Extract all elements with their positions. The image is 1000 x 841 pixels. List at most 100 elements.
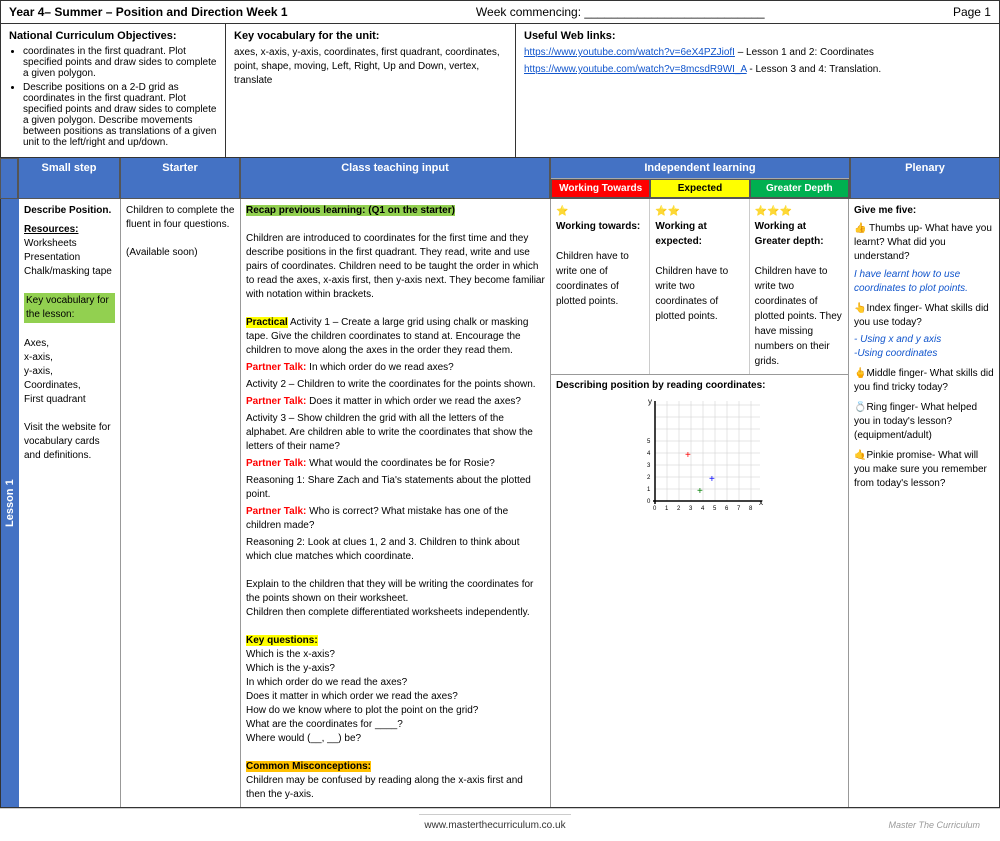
towards-label: Working towards: [556,219,644,234]
misconceptions-text: Children may be confused by reading alon… [246,774,545,802]
objectives-heading: National Curriculum Objectives: [9,30,217,42]
svg-text:1: 1 [665,506,669,512]
lesson-col-header-spacer [0,158,18,199]
greater-col: ⭐⭐⭐ Working at Greater depth: Children h… [750,199,848,374]
weblink-2[interactable]: https://www.youtube.com/watch?v=8mcsdR9W… [524,63,991,77]
weblink-1[interactable]: https://www.youtube.com/watch?v=6eX4PZJi… [524,46,991,60]
kq-3: In which order do we read the axes? [246,676,545,690]
resources-label: Resources: [24,223,115,237]
plenary-ring: 💍Ring finger- What helped you in today's… [854,401,994,443]
vocab-first-quadrant: First quadrant [24,393,115,407]
towards-text: Children have to write one of coordinate… [556,249,644,309]
plenary-have-learnt: I have learnt how to use coordinates to … [854,268,994,296]
towards-stars: ⭐ [556,204,644,219]
weblink-2-anchor[interactable]: https://www.youtube.com/watch?v=8mcsdR9W… [524,64,747,75]
svg-text:3: 3 [647,463,651,469]
svg-text:0: 0 [653,506,657,512]
partner-talk-3: Partner Talk: What would the coordinates… [246,457,545,471]
objective-item: coordinates in the first quadrant. Plot … [23,46,217,79]
partner-label-1: Partner Talk: [246,362,306,373]
header-week: Week commencing: _______________________… [476,5,765,19]
svg-text:5: 5 [713,506,717,512]
greater-text: Children have to write two coordinates o… [755,264,843,369]
coord-grid-container: y x 0 1 2 3 4 5 6 7 8 0 [556,391,843,524]
svg-text:2: 2 [677,506,681,512]
svg-text:+: + [685,450,691,461]
activity-3: Activity 3 – Show children the grid with… [246,412,545,454]
towards-header: Working Towards [551,179,650,198]
activity-1: Practical Activity 1 – Create a large gr… [246,316,545,358]
partner-label-2: Partner Talk: [246,396,306,407]
weblink-1-suffix: – Lesson 1 and 2: Coordinates [738,47,874,58]
kq-5: How do we know where to plot the point o… [246,704,545,718]
small-step-col: Describe Position. Resources: Worksheets… [19,199,121,807]
greater-label: Working at Greater depth: [755,219,843,249]
header-page: Page 1 [953,5,991,19]
svg-text:y: y [648,397,652,406]
partner-label-4: Partner Talk: [246,506,306,517]
svg-text:4: 4 [647,451,651,457]
plenary-middle: 🖕Middle finger- What skills did you find… [854,367,994,395]
teaching-header: Class teaching input [240,158,550,199]
activity-1-text: Activity 1 – Create a large grid using c… [246,317,528,356]
header: Year 4– Summer – Position and Direction … [0,0,1000,24]
column-headers: Small step Starter Class teaching input … [0,158,1000,199]
explain-text: Explain to the children that they will b… [246,578,545,606]
teaching-intro: Children are introduced to coordinates f… [246,232,545,302]
plenary-header: Plenary [850,158,1000,199]
svg-text:0: 0 [647,499,651,505]
reasoning-1: Reasoning 1: Share Zach and Tia's statem… [246,474,545,502]
starter-col: Children to complete the fluent in four … [121,199,241,807]
kq-1: Which is the x-axis? [246,648,545,662]
weblink-1-anchor[interactable]: https://www.youtube.com/watch?v=6eX4PZJi… [524,47,735,58]
misconceptions-label: Common Misconceptions: [246,761,371,772]
independent-header: Independent learning Working Towards Exp… [550,158,850,199]
header-title: Year 4– Summer – Position and Direction … [9,5,288,19]
vocab-yaxis: y-axis, [24,365,115,379]
weblinks-heading: Useful Web links: [524,30,991,42]
indep-sub-headers: Working Towards Expected Greater Depth [551,179,849,198]
objectives-col: National Curriculum Objectives: coordina… [1,24,226,157]
vocab-lesson-label: Key vocabulary for the lesson: [24,293,115,323]
vocab-xaxis: x-axis, [24,351,115,365]
plenary-skills-2: -Using coordinates [854,347,994,361]
plenary-col: Give me five: 👍 Thumbs up- What have you… [849,199,999,807]
svg-text:3: 3 [689,506,693,512]
key-questions-label: Key questions: [246,635,318,646]
plenary-thumbs: 👍 Thumbs up- What have you learnt? What … [854,222,994,264]
svg-text:8: 8 [749,506,753,512]
plenary-skills-1: - Using x and y axis [854,333,994,347]
indep-top: ⭐ Working towards: Children have to writ… [551,199,848,374]
top-info-row: National Curriculum Objectives: coordina… [0,24,1000,158]
towards-col: ⭐ Working towards: Children have to writ… [551,199,650,374]
independent-col: ⭐ Working towards: Children have to writ… [551,199,849,807]
plenary-pinkie: 🤙Pinkie promise- What will you make sure… [854,449,994,491]
weblinks-col: Useful Web links: https://www.youtube.co… [516,24,999,157]
kq-7: Where would (__, __) be? [246,732,545,746]
expected-text: Children have to write two coordinates o… [655,264,743,324]
partner-text-2: Does it matter in which order we read th… [309,396,521,407]
resource-chalk: Chalk/masking tape [24,265,115,279]
expected-stars: ⭐⭐ [655,204,743,219]
expected-col: ⭐⭐ Working at expected: Children have to… [650,199,749,374]
svg-text:5: 5 [647,439,651,445]
svg-text:x: x [759,498,763,507]
indep-bottom-label: Describing position by reading coordinat… [556,380,843,391]
expected-header: Expected [650,179,749,198]
weblink-2-suffix: - Lesson 3 and 4: Translation. [749,64,881,75]
partner-talk-2: Partner Talk: Does it matter in which or… [246,395,545,409]
expected-label: Working at expected: [655,219,743,249]
small-step-header: Small step [18,158,120,199]
greater-stars: ⭐⭐⭐ [755,204,843,219]
svg-text:4: 4 [701,506,705,512]
objective-item: Describe positions on a 2-D grid as coor… [23,82,217,148]
teaching-col: Recap previous learning: (Q1 on the star… [241,199,551,807]
partner-talk-1: Partner Talk: In which order do we read … [246,361,545,375]
vocab-axes: Axes, [24,337,115,351]
main-content-row: Lesson 1 Describe Position. Resources: W… [0,199,1000,808]
partner-text-1: In which order do we read axes? [309,362,454,373]
footer: www.masterthecurriculum.co.uk Master The… [0,808,1000,841]
practical-label: Practical [246,317,288,328]
svg-text:+: + [709,474,715,485]
starter-available: (Available soon) [126,246,235,260]
